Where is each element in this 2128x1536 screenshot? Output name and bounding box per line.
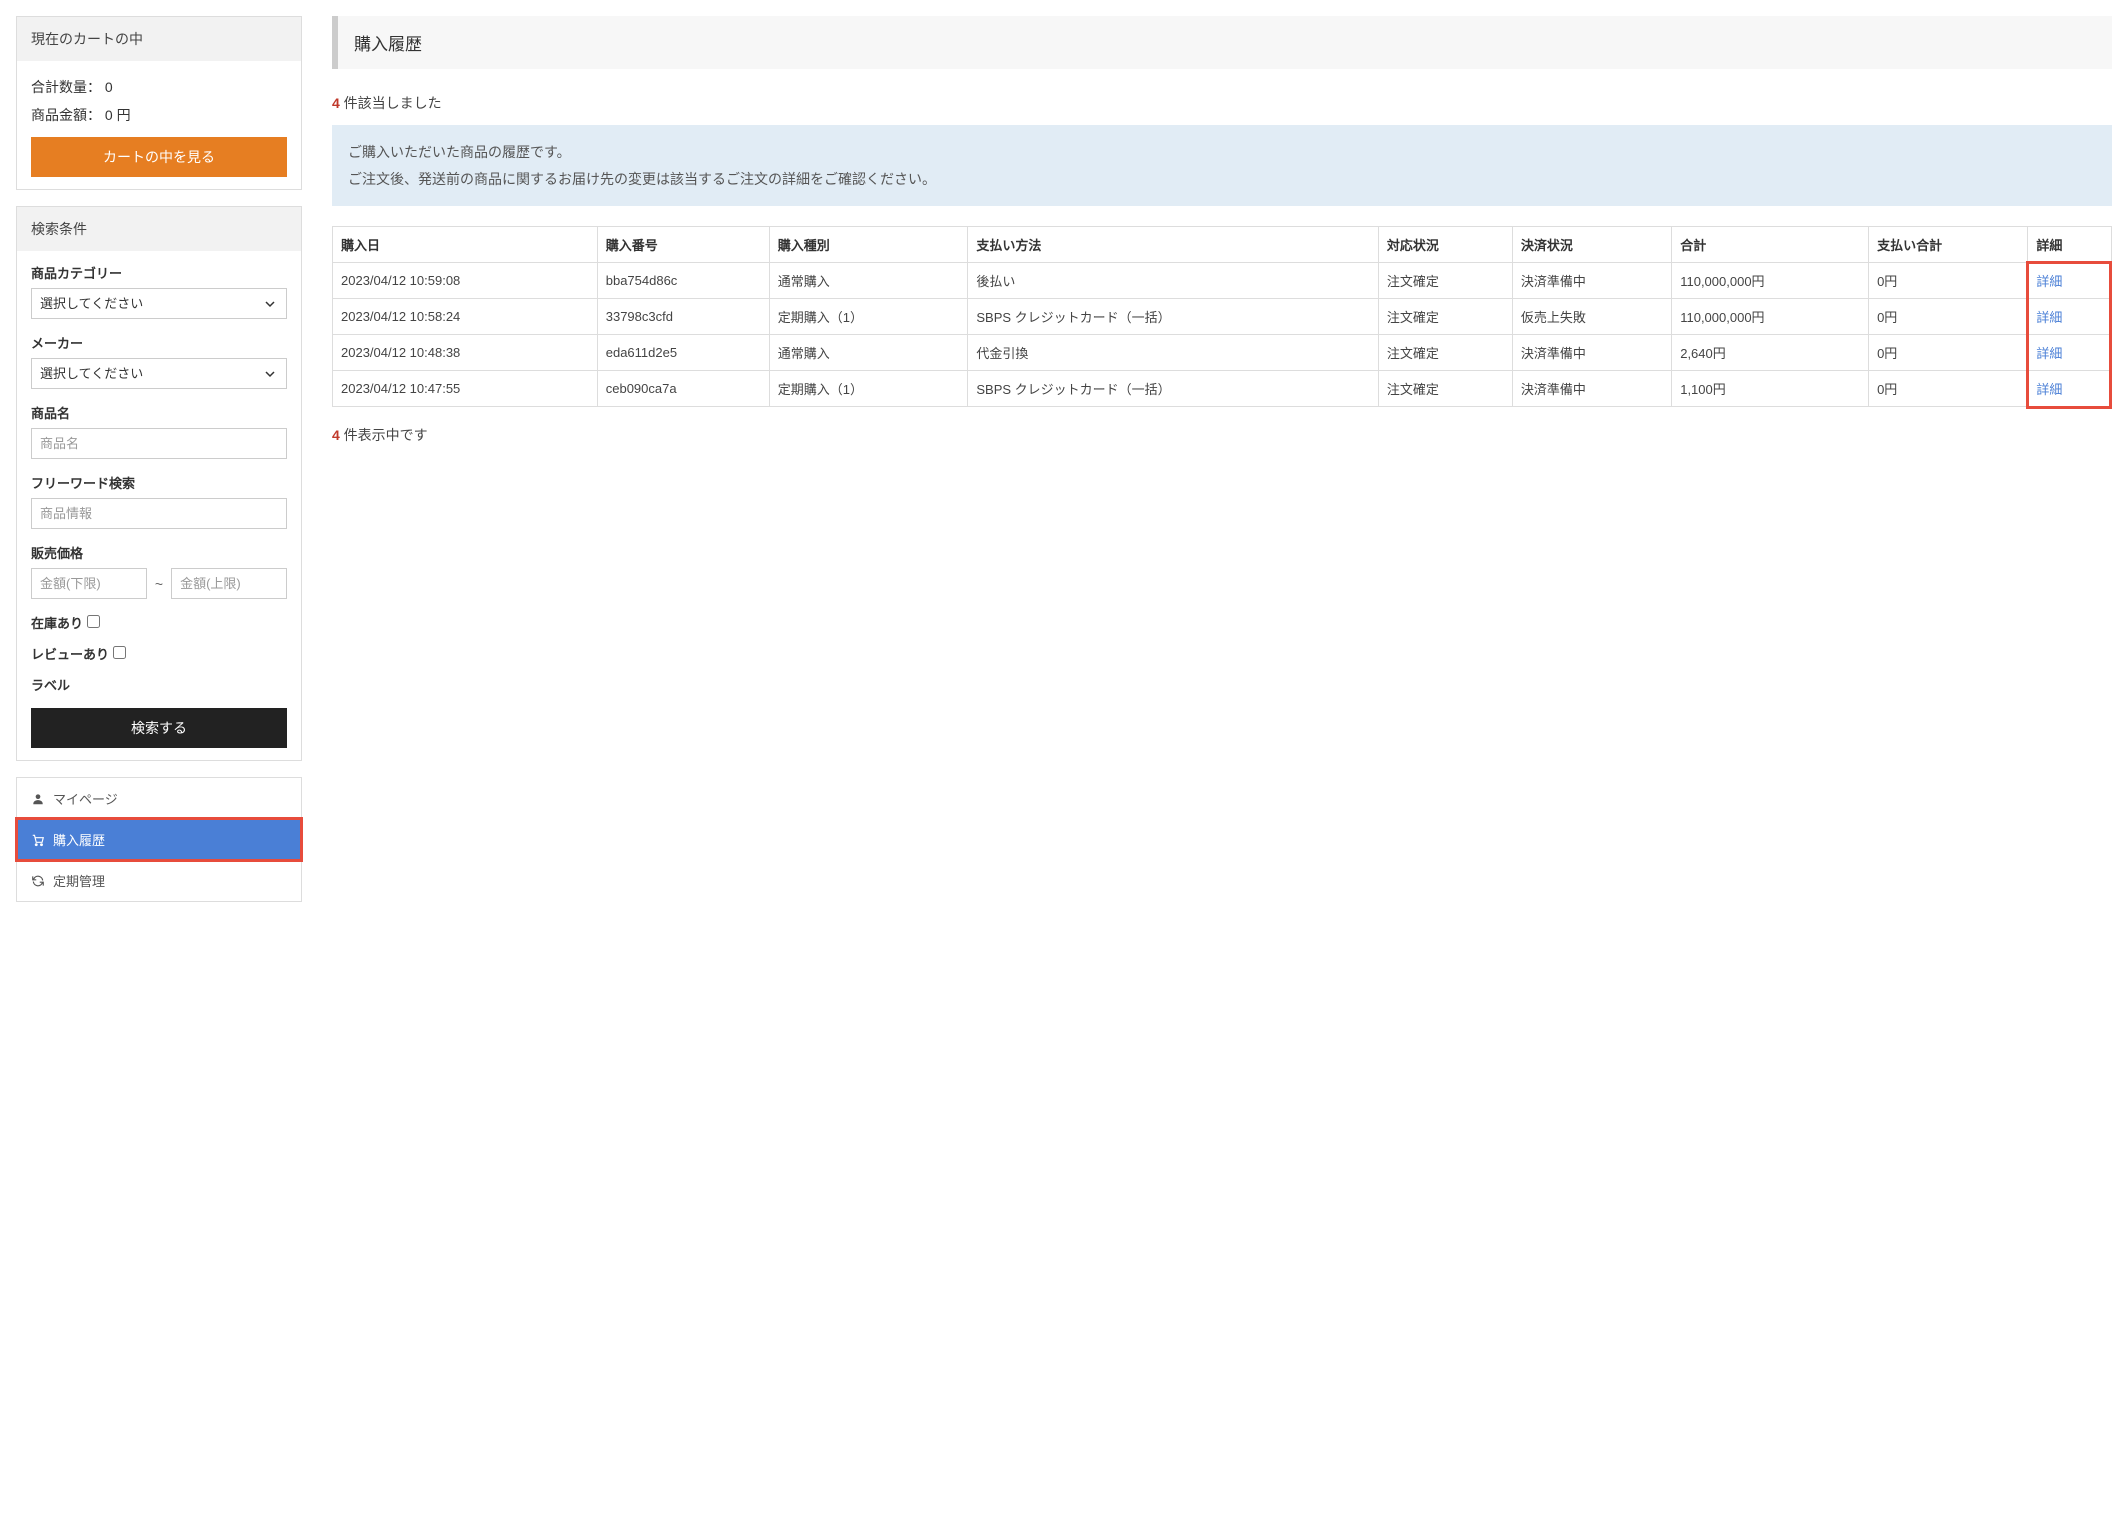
stock-checkbox[interactable] <box>87 615 100 628</box>
table-row: 2023/04/12 10:58:2433798c3cfd定期購入（1）SBPS… <box>333 299 2112 335</box>
after-count-suffix: 件表示中です <box>340 427 428 443</box>
page-title: 購入履歴 <box>332 16 2112 69</box>
table-cell: 0円 <box>1869 335 2028 371</box>
cart-panel: 現在のカートの中 合計数量： 0 商品金額： 0 円 カートの中を見る <box>16 16 302 190</box>
review-checkbox[interactable] <box>113 646 126 659</box>
table-cell: 2023/04/12 10:59:08 <box>333 263 598 299</box>
result-count-num: 4 <box>332 95 340 111</box>
table-row: 2023/04/12 10:47:55ceb090ca7a定期購入（1）SBPS… <box>333 371 2112 407</box>
table-header: 詳細 <box>2028 227 2112 263</box>
after-count: 4 件表示中です <box>332 425 2112 445</box>
search-header: 検索条件 <box>17 207 301 251</box>
table-cell: 注文確定 <box>1378 299 1512 335</box>
table-cell: 0円 <box>1869 263 2028 299</box>
category-label: 商品カテゴリー <box>31 263 287 282</box>
freeword-input[interactable] <box>31 498 287 529</box>
maker-select[interactable]: 選択してください <box>31 358 287 389</box>
table-cell: 仮売上失敗 <box>1512 299 1671 335</box>
table-cell: 通常購入 <box>769 335 968 371</box>
table-header: 購入種別 <box>769 227 968 263</box>
table-cell: 注文確定 <box>1378 335 1512 371</box>
refresh-icon <box>31 874 45 888</box>
table-header: 支払い方法 <box>968 227 1378 263</box>
nav-subscription-label: 定期管理 <box>53 871 105 890</box>
product-name-input[interactable] <box>31 428 287 459</box>
result-count: 4 件該当しました <box>332 93 2112 113</box>
info-line-2: ご注文後、発送前の商品に関するお届け先の変更は該当するご注文の詳細をご確認くださ… <box>348 166 2096 193</box>
table-cell: 代金引換 <box>968 335 1378 371</box>
info-box: ご購入いただいた商品の履歴です。 ご注文後、発送前の商品に関するお届け先の変更は… <box>332 125 2112 206</box>
cart-amount: 商品金額： 0 円 <box>31 101 287 129</box>
cart-icon <box>31 833 45 847</box>
table-cell: 定期購入（1） <box>769 371 968 407</box>
detail-link[interactable]: 詳細 <box>2036 274 2062 289</box>
search-button[interactable]: 検索する <box>31 708 287 748</box>
table-header: 対応状況 <box>1378 227 1512 263</box>
table-cell: 2023/04/12 10:48:38 <box>333 335 598 371</box>
table-cell: 0円 <box>1869 371 2028 407</box>
user-icon <box>31 792 45 806</box>
freeword-label: フリーワード検索 <box>31 473 287 492</box>
nav-subscription[interactable]: 定期管理 <box>17 860 301 901</box>
stock-label[interactable]: 在庫あり <box>31 616 100 631</box>
table-cell: 110,000,000円 <box>1672 299 1869 335</box>
nav-mypage-label: マイページ <box>53 789 118 808</box>
table-header: 購入日 <box>333 227 598 263</box>
after-count-num: 4 <box>332 427 340 443</box>
table-header: 支払い合計 <box>1869 227 2028 263</box>
detail-cell: 詳細 <box>2028 371 2112 407</box>
table-cell: ceb090ca7a <box>597 371 769 407</box>
nav-history-label: 購入履歴 <box>53 830 105 849</box>
price-label: 販売価格 <box>31 543 287 562</box>
order-table: 購入日購入番号購入種別支払い方法対応状況決済状況合計支払い合計詳細 2023/0… <box>332 226 2112 407</box>
tilde: ~ <box>155 576 163 592</box>
detail-cell: 詳細 <box>2028 299 2112 335</box>
table-cell: 通常購入 <box>769 263 968 299</box>
price-max-input[interactable] <box>171 568 287 599</box>
price-min-input[interactable] <box>31 568 147 599</box>
table-cell: 2023/04/12 10:58:24 <box>333 299 598 335</box>
detail-link[interactable]: 詳細 <box>2036 346 2062 361</box>
detail-link[interactable]: 詳細 <box>2036 310 2062 325</box>
table-cell: 2,640円 <box>1672 335 1869 371</box>
table-cell: 110,000,000円 <box>1672 263 1869 299</box>
table-cell: bba754d86c <box>597 263 769 299</box>
table-row: 2023/04/12 10:59:08bba754d86c通常購入後払い注文確定… <box>333 263 2112 299</box>
maker-label: メーカー <box>31 333 287 352</box>
result-count-suffix: 件該当しました <box>340 95 442 111</box>
table-cell: 決済準備中 <box>1512 335 1671 371</box>
table-cell: eda611d2e5 <box>597 335 769 371</box>
table-row: 2023/04/12 10:48:38eda611d2e5通常購入代金引換注文確… <box>333 335 2112 371</box>
table-cell: 注文確定 <box>1378 263 1512 299</box>
table-header: 決済状況 <box>1512 227 1671 263</box>
table-cell: 2023/04/12 10:47:55 <box>333 371 598 407</box>
detail-link[interactable]: 詳細 <box>2036 382 2062 397</box>
review-label[interactable]: レビューあり <box>31 647 126 662</box>
view-cart-button[interactable]: カートの中を見る <box>31 137 287 177</box>
table-cell: 33798c3cfd <box>597 299 769 335</box>
table-header: 合計 <box>1672 227 1869 263</box>
table-cell: 決済準備中 <box>1512 263 1671 299</box>
table-cell: 決済準備中 <box>1512 371 1671 407</box>
table-cell: 定期購入（1） <box>769 299 968 335</box>
table-cell: 後払い <box>968 263 1378 299</box>
table-header: 購入番号 <box>597 227 769 263</box>
table-cell: SBPS クレジットカード（一括） <box>968 299 1378 335</box>
label-label: ラベル <box>31 675 287 694</box>
table-cell: 注文確定 <box>1378 371 1512 407</box>
product-name-label: 商品名 <box>31 403 287 422</box>
nav-mypage[interactable]: マイページ <box>17 778 301 819</box>
search-panel: 検索条件 商品カテゴリー 選択してください メーカー 選択してください 商品名 <box>16 206 302 761</box>
table-cell: 0円 <box>1869 299 2028 335</box>
cart-qty: 合計数量： 0 <box>31 73 287 101</box>
info-line-1: ご購入いただいた商品の履歴です。 <box>348 139 2096 166</box>
table-cell: 1,100円 <box>1672 371 1869 407</box>
category-select[interactable]: 選択してください <box>31 288 287 319</box>
detail-cell: 詳細 <box>2028 335 2112 371</box>
nav-history[interactable]: 購入履歴 <box>17 819 301 860</box>
nav-panel: マイページ 購入履歴 定期管理 <box>16 777 302 902</box>
table-cell: SBPS クレジットカード（一括） <box>968 371 1378 407</box>
cart-header: 現在のカートの中 <box>17 17 301 61</box>
detail-cell: 詳細 <box>2028 263 2112 299</box>
